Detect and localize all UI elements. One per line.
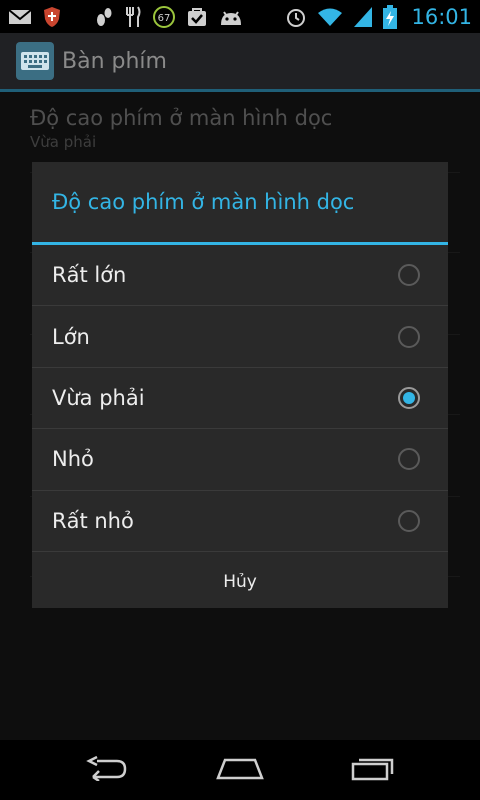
keyboard-icon[interactable] [16,42,54,80]
back-icon [85,755,129,785]
option-label: Lớn [52,324,90,349]
system-icons: 16:01 [285,4,472,29]
footprint-icon [94,6,114,28]
notification-icons: 67 [8,5,244,29]
alarm-icon [285,6,307,28]
home-button[interactable] [200,745,280,795]
radio-button-checked[interactable] [398,386,420,409]
gmail-icon [8,8,32,26]
shield-icon [42,6,62,28]
option-medium[interactable]: Vừa phải [32,368,448,430]
option-very-small[interactable]: Rất nhỏ [32,491,448,552]
option-label: Rất lớn [52,263,127,288]
bag-check-icon [186,6,208,28]
radio-button[interactable] [398,325,420,348]
dialog-title: Độ cao phím ở màn hình dọc [52,190,355,214]
restaurant-icon [124,5,142,28]
radio-button[interactable] [398,509,420,532]
back-button[interactable] [67,745,147,795]
signal-icon [353,6,373,28]
cancel-button[interactable]: Hủy [32,552,448,612]
option-small[interactable]: Nhỏ [32,429,448,491]
radio-button[interactable] [398,448,420,471]
status-bar: 67 16:01 [0,0,480,33]
option-label: Rất nhỏ [52,508,134,533]
svg-text:67: 67 [158,13,171,24]
wifi-icon [317,7,343,27]
recent-apps-button[interactable] [333,745,413,795]
option-label: Nhỏ [52,447,94,472]
option-large[interactable]: Lớn [32,306,448,368]
option-label: Vừa phải [52,385,145,410]
battery-charging-icon [383,4,398,29]
android-icon [218,7,244,27]
clock: 16:01 [411,4,472,29]
option-very-large[interactable]: Rất lớn [32,245,448,307]
radio-button[interactable] [398,264,420,287]
action-bar: Bàn phím [0,33,480,89]
navigation-bar [0,740,480,800]
recent-apps-icon [350,755,396,785]
home-icon [215,756,265,784]
action-bar-title: Bàn phím [62,48,167,74]
key-height-dialog: Độ cao phím ở màn hình dọc Rất lớn Lớn V… [32,162,448,608]
battery-percent-icon: 67 [152,5,176,29]
